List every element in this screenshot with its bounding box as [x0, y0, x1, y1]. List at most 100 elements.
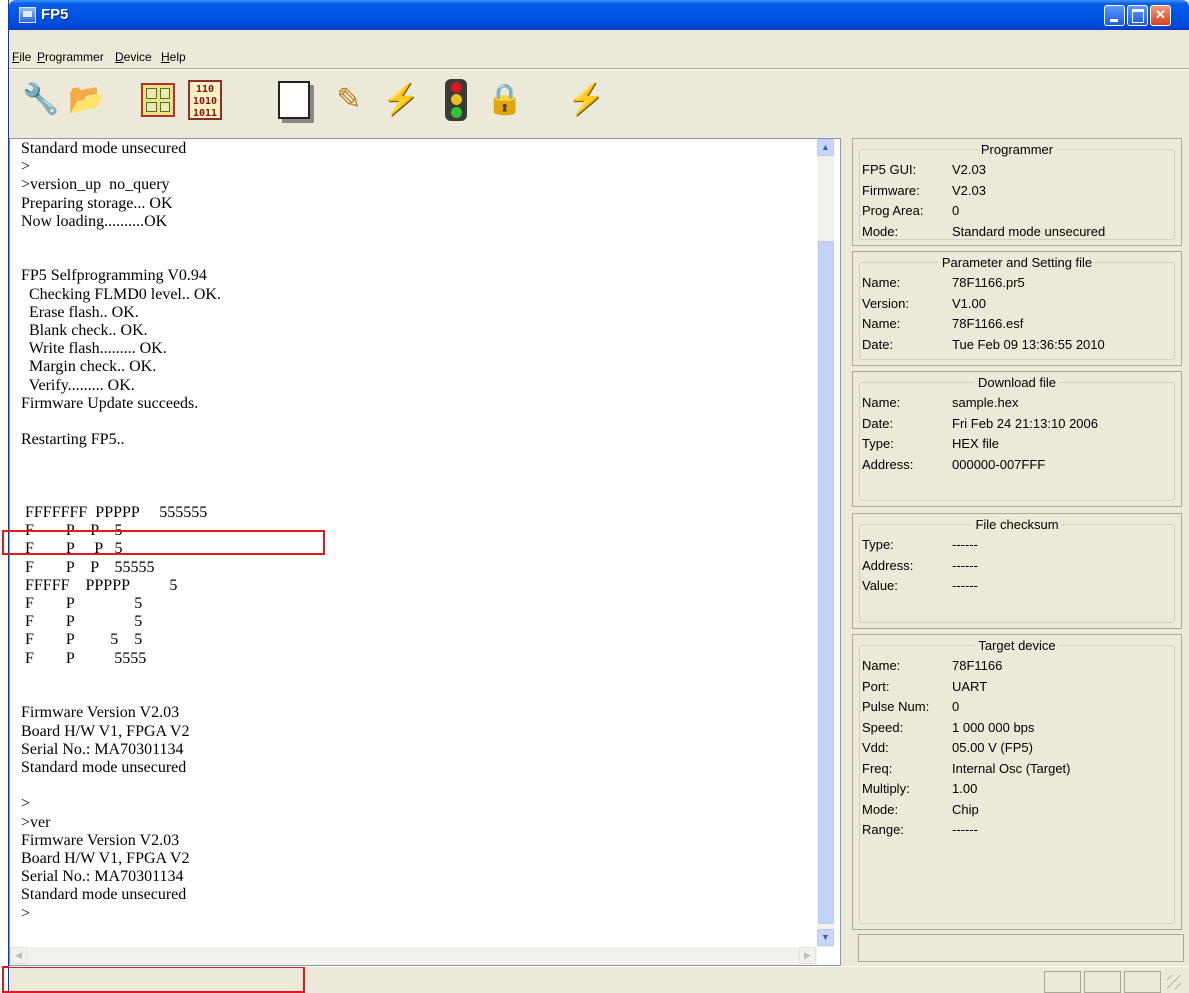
app-window: FP5 ✕ File Programmer Device Help 🔧 📂 11…	[2, 0, 1189, 993]
lock-icon[interactable]: 🔒	[483, 76, 527, 124]
console-line: F P 5 5	[21, 631, 143, 649]
resize-grip-icon[interactable]	[1167, 975, 1181, 989]
programmer-row: Mode: Standard mode unsecured	[862, 222, 1105, 243]
checksum-panel-title: File checksum	[975, 517, 1059, 532]
download-row: Name: sample.hex	[862, 393, 1098, 414]
console-line: Firmware Version V2.03	[21, 704, 180, 722]
scroll-right-button[interactable]: ▶	[799, 947, 816, 964]
program-pen-icon[interactable]: ✎	[327, 76, 371, 124]
programmer-row: Firmware: V2.03	[862, 181, 1105, 202]
programmer-row: Prog Area: 0	[862, 201, 1105, 222]
field-value: Standard mode unsecured	[952, 223, 1106, 239]
field-value: Chip	[952, 801, 979, 817]
console-line: Now loading..........OK	[21, 212, 168, 230]
target-row: Mode: Chip	[862, 800, 1071, 821]
field-label: Date:	[862, 336, 894, 352]
fp5-app-icon	[19, 7, 36, 23]
field-label: Mode:	[862, 801, 899, 817]
console-line: Erase flash.. OK.	[21, 303, 139, 321]
minimize-button[interactable]	[1104, 5, 1125, 26]
target-row: Pulse Num: 0	[862, 697, 1071, 718]
menu-help[interactable]: Help	[161, 50, 186, 64]
field-label: Address:	[862, 456, 914, 472]
console-line: Serial No.: MA70301134	[21, 868, 184, 886]
vertical-scrollbar[interactable]: ▲ ▼	[817, 139, 834, 947]
checksum-row: Type: ------	[862, 535, 978, 556]
field-value: Fri Feb 24 21:13:10 2006	[952, 415, 1098, 431]
traffic-light-glyph	[445, 79, 467, 121]
menu-bar: File Programmer Device Help	[9, 46, 1189, 68]
close-button[interactable]: ✕	[1150, 5, 1171, 26]
title-bar[interactable]: FP5 ✕	[9, 0, 1189, 30]
target-row: Freq: Internal Osc (Target)	[862, 759, 1071, 780]
autoprocedure-icon[interactable]: ⚡	[564, 76, 608, 124]
field-label: FP5 GUI:	[862, 162, 917, 177]
programmer-panel: Programmer FP5 GUI: V2.03 Firmware: V2.03 Pr…	[852, 138, 1182, 246]
wrench-icon[interactable]: 🔧	[19, 76, 63, 124]
scroll-left-button[interactable]: ◀	[10, 947, 27, 964]
console-line: Board H/W V1, FPGA V2	[21, 849, 190, 867]
blank-document-icon[interactable]	[272, 76, 316, 124]
setup-grid-icon[interactable]	[136, 76, 180, 124]
field-label: Pulse Num:	[862, 699, 930, 714]
console-line: Blank check.. OK.	[21, 322, 148, 340]
field-label: Address:	[862, 557, 914, 573]
parameter-row: Version: V1.00	[862, 294, 1105, 315]
menu-device[interactable]: Device	[115, 50, 152, 64]
download-row: Type: HEX file	[862, 434, 1098, 455]
console-line: Standard mode unsecured	[21, 758, 187, 776]
horizontal-scrollbar[interactable]: ◀ ▶	[10, 947, 817, 965]
field-label: Type:	[862, 537, 894, 552]
parameter-row: Date: Tue Feb 09 13:36:55 2010	[862, 335, 1105, 356]
programmer-rows: FP5 GUI: V2.03 Firmware: V2.03 Prog Area: 0 Mo…	[862, 160, 1105, 242]
field-value: V2.03	[952, 182, 986, 198]
open-folder-icon[interactable]: 📂	[65, 76, 109, 124]
download-row: Date: Fri Feb 24 21:13:10 2006	[862, 414, 1098, 435]
console-line: Standard mode unsecured	[21, 140, 187, 157]
field-label: Vdd:	[862, 740, 889, 755]
console-line: >ver	[21, 813, 51, 831]
checksum-rows: Type: ------ Address: ------ Value: ------	[862, 535, 978, 597]
parameter-row: Name: 78F1166.esf	[862, 314, 1105, 335]
target-row: Multiply: 1.00	[862, 779, 1071, 800]
console-line: Standard mode unsecured	[21, 886, 187, 904]
scroll-up-button[interactable]: ▲	[817, 139, 834, 156]
target-row: Speed: 1 000 000 bps	[862, 718, 1071, 739]
target-row: Range: ------	[862, 820, 1071, 841]
console-line: Restarting FP5..	[21, 431, 125, 449]
scroll-thumb[interactable]	[818, 241, 834, 924]
binary-icon[interactable]: 110 1010 1011	[183, 76, 227, 124]
menu-file[interactable]: File	[12, 50, 31, 64]
lightning-icon[interactable]: ⚡	[379, 76, 423, 124]
console-line: >version_up no_query	[21, 176, 170, 194]
field-value: ------	[952, 537, 978, 552]
field-value: HEX file	[952, 436, 999, 451]
field-value: 78F1166.pr5	[952, 275, 1025, 290]
menu-programmer[interactable]: Programmer	[37, 50, 104, 64]
binary-glyph: 110 1010 1011	[188, 80, 222, 120]
target-row: Port: UART	[862, 677, 1071, 698]
field-value: sample.hex	[952, 395, 1019, 410]
status-cell-2	[1084, 971, 1121, 993]
scroll-down-button[interactable]: ▼	[817, 929, 834, 946]
field-value: 78F1166	[952, 658, 1003, 673]
setup-grid-glyph	[141, 83, 175, 117]
field-label: Type:	[862, 436, 894, 451]
maximize-button[interactable]	[1127, 5, 1148, 26]
field-value: ------	[952, 557, 978, 573]
console-output[interactable]: Standard mode unsecured > >version_up no_q…	[2, 138, 841, 993]
field-label: Port:	[862, 678, 890, 694]
console-line: F P 5555	[21, 649, 147, 667]
field-label: Range:	[862, 822, 904, 837]
parameter-row: Name: 78F1166.pr5	[862, 273, 1105, 294]
target-panel: Target device Name: 78F1166 Port: UART Pulse…	[852, 634, 1182, 930]
traffic-light-icon[interactable]	[434, 76, 478, 124]
console-line: F P 5	[21, 613, 143, 631]
window-title: FP5	[41, 6, 69, 23]
field-label: Prog Area:	[862, 203, 924, 218]
field-label: Name:	[862, 316, 901, 331]
